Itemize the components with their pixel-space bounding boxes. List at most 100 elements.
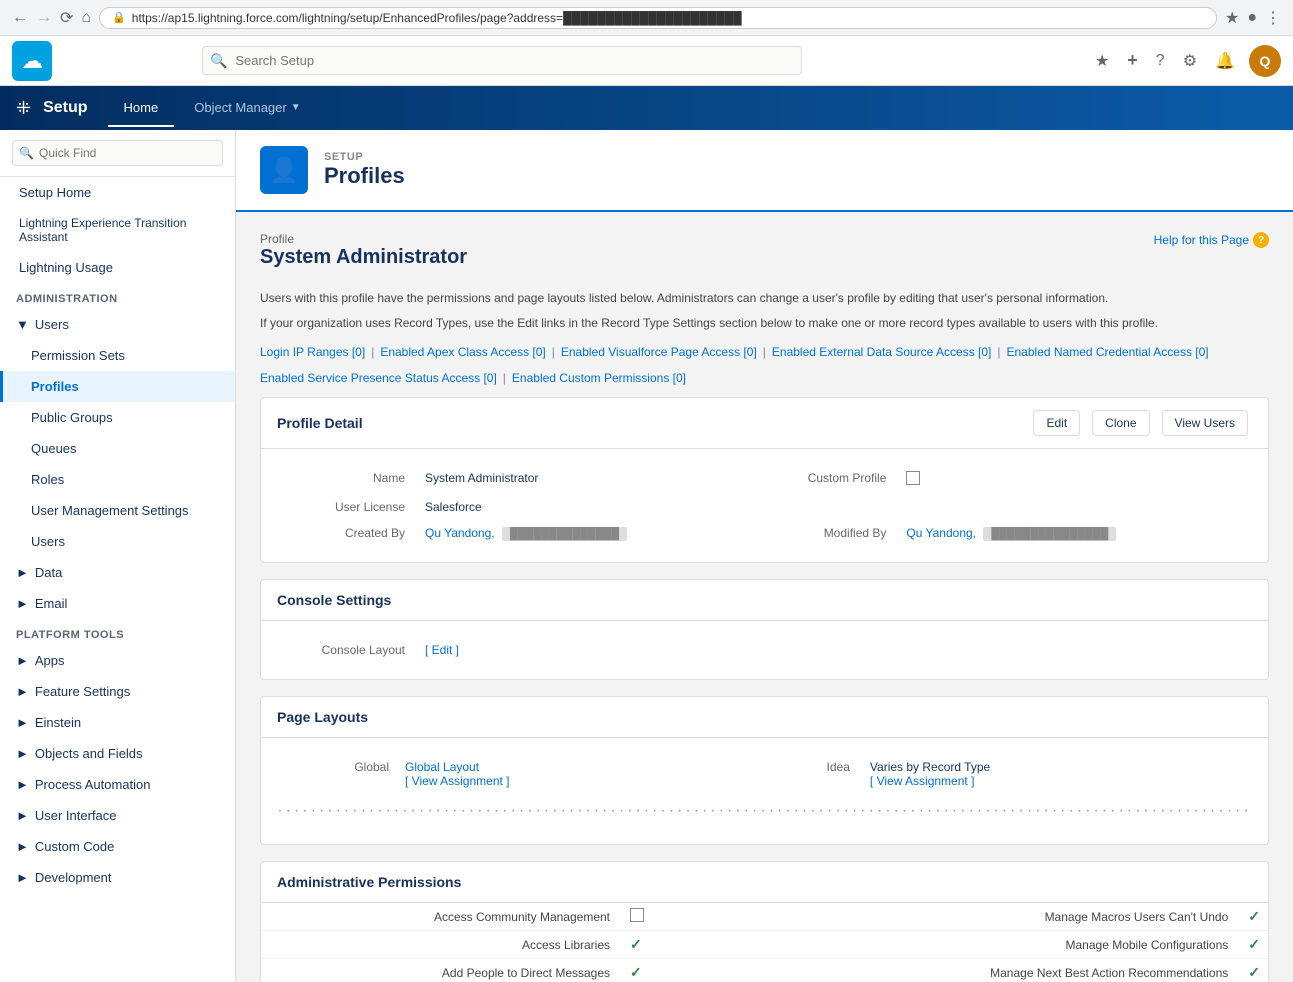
star-icon[interactable]: ★ (1091, 47, 1113, 75)
sidebar-item-profiles[interactable]: Profiles (0, 371, 235, 402)
link-apex-class[interactable]: Enabled Apex Class Access [0] (380, 345, 545, 359)
help-icon[interactable]: ? (1152, 48, 1169, 74)
forward-button[interactable]: → (36, 9, 52, 27)
console-settings-body: Console Layout [ Edit ] (261, 621, 1268, 679)
quick-find-input[interactable] (12, 140, 223, 166)
help-icon: ? (1253, 232, 1269, 248)
address-bar[interactable]: 🔒 https://ap15.lightning.force.com/light… (99, 7, 1217, 29)
sidebar-item-user-management[interactable]: User Management Settings (0, 495, 235, 526)
sidebar-section-admin: ADMINISTRATION (0, 283, 235, 309)
sidebar-item-roles[interactable]: Roles (0, 464, 235, 495)
profile-detail-header: Profile Detail Edit Clone View Users (261, 398, 1268, 449)
modified-by-link[interactable]: Qu Yandong, (906, 526, 976, 540)
sidebar-group-data[interactable]: ► Data (0, 557, 235, 588)
link-ext-data[interactable]: Enabled External Data Source Access [0] (772, 345, 991, 359)
sidebar-group-custom-code[interactable]: ► Custom Code (0, 831, 235, 862)
global-label: Global (277, 754, 397, 794)
add-icon[interactable]: + (1123, 46, 1142, 75)
console-edit-link[interactable]: [ Edit ] (425, 643, 459, 657)
sidebar-group-process-automation[interactable]: ► Process Automation (0, 769, 235, 800)
reload-button[interactable]: ⟳ (60, 8, 73, 28)
view-assignment-idea[interactable]: [ View Assignment ] (870, 774, 975, 788)
link-login-ip[interactable]: Login IP Ranges [0] (260, 345, 365, 359)
back-button[interactable]: ← (12, 9, 28, 27)
console-table: Console Layout [ Edit ] (277, 637, 1252, 663)
chevron-right-icon: ► (16, 565, 29, 580)
admin-permissions-title: Administrative Permissions (277, 874, 461, 890)
global-search-input[interactable] (202, 46, 802, 75)
view-users-button[interactable]: View Users (1162, 410, 1248, 436)
top-bar-actions: ★ + ? ⚙ 🔔 Q (1091, 45, 1281, 77)
user-license-label: User License (277, 494, 417, 520)
sidebar-group-development[interactable]: ► Development (0, 862, 235, 893)
account-icon[interactable]: ● (1247, 9, 1257, 27)
sidebar-group-users[interactable]: ▼ Users (0, 309, 235, 340)
custom-profile-checkbox (906, 471, 920, 485)
profile-sub-label: Profile (260, 232, 467, 246)
notification-icon[interactable]: 🔔 (1211, 47, 1239, 75)
object-manager-label: Object Manager (194, 100, 287, 115)
perm-right-label-1: Manage Mobile Configurations (933, 931, 1240, 959)
bookmark-icon[interactable]: ★ (1225, 8, 1239, 28)
chevron-right-icon: ► (16, 870, 29, 885)
user-avatar[interactable]: Q (1249, 45, 1281, 77)
console-layout-value: [ Edit ] (417, 637, 1252, 663)
link-named-cred[interactable]: Enabled Named Credential Access [0] (1007, 345, 1209, 359)
grid-icon[interactable]: ⁜ (16, 98, 31, 119)
sidebar-item-public-groups[interactable]: Public Groups (0, 402, 235, 433)
edit-button[interactable]: Edit (1033, 410, 1080, 436)
link-visualforce[interactable]: Enabled Visualforce Page Access [0] (561, 345, 757, 359)
sidebar-item-setup-home[interactable]: Setup Home (0, 177, 235, 208)
help-link[interactable]: Help for this Page ? (1154, 232, 1269, 248)
perm-right-check-0: ✓ (1240, 903, 1268, 931)
sidebar-search-container: 🔍 (0, 130, 235, 177)
perm-row-0: Access Community Management Manage Macro… (261, 903, 1268, 931)
sidebar-group-objects-fields[interactable]: ► Objects and Fields (0, 738, 235, 769)
profile-detail-card: Profile Detail Edit Clone View Users Nam… (260, 397, 1269, 563)
chevron-right-icon: ► (16, 746, 29, 761)
sidebar-group-email[interactable]: ► Email (0, 588, 235, 619)
profile-links-row: Login IP Ranges [0] | Enabled Apex Class… (260, 345, 1269, 359)
sidebar-item-users[interactable]: Users (0, 526, 235, 557)
console-settings-header: Console Settings (261, 580, 1268, 621)
sidebar-item-queues[interactable]: Queues (0, 433, 235, 464)
setup-sub-label: SETUP (324, 151, 405, 163)
clone-button[interactable]: Clone (1092, 410, 1149, 436)
perm-row-2: Add People to Direct Messages ✓ Manage N… (261, 959, 1268, 982)
custom-profile-label: Custom Profile (758, 465, 898, 494)
sidebar-group-feature-settings[interactable]: ► Feature Settings (0, 676, 235, 707)
perm-right-check-1: ✓ (1240, 931, 1268, 959)
detail-table: Name System Administrator Custom Profile… (277, 465, 1252, 546)
sidebar-item-lightning-transition[interactable]: Lightning Experience Transition Assistan… (0, 208, 235, 252)
modified-by-value: Qu Yandong, ███████████████ (898, 520, 1252, 546)
link-custom-perms[interactable]: Enabled Custom Permissions [0] (512, 371, 686, 385)
global-layout-link[interactable]: Global Layout (405, 760, 479, 774)
created-by-link[interactable]: Qu Yandong, (425, 526, 495, 540)
view-assignment-global[interactable]: [ View Assignment ] (405, 774, 510, 788)
settings-icon[interactable]: ⚙ (1179, 47, 1201, 75)
chevron-down-icon: ▼ (291, 102, 301, 113)
content-area: 👤 SETUP Profiles Profile System Administ… (236, 130, 1293, 982)
perm-left-label-1: Access Libraries (261, 931, 622, 959)
sidebar-item-lightning-usage[interactable]: Lightning Usage (0, 252, 235, 283)
link-service-presence[interactable]: Enabled Service Presence Status Access [… (260, 371, 497, 385)
detail-row-created: Created By Qu Yandong, ██████████████ Mo… (277, 520, 1252, 546)
sidebar-item-permission-sets[interactable]: Permission Sets (0, 340, 235, 371)
sidebar-group-einstein[interactable]: ► Einstein (0, 707, 235, 738)
salesforce-logo[interactable]: ☁ (12, 41, 52, 81)
tab-home[interactable]: Home (108, 90, 175, 127)
menu-icon[interactable]: ⋮ (1265, 8, 1281, 28)
permissions-table: Access Community Management Manage Macro… (261, 903, 1268, 982)
perm-row-1: Access Libraries ✓ Manage Mobile Configu… (261, 931, 1268, 959)
setup-nav: ⁜ Setup Home Object Manager ▼ (0, 86, 1293, 130)
sidebar-group-apps[interactable]: ► Apps (0, 645, 235, 676)
sidebar-group-user-interface[interactable]: ► User Interface (0, 800, 235, 831)
sidebar: 🔍 Setup Home Lightning Experience Transi… (0, 130, 236, 982)
home-button[interactable]: ⌂ (81, 9, 91, 27)
detail-row-name: Name System Administrator Custom Profile (277, 465, 1252, 494)
lock-icon: 🔒 (112, 11, 126, 24)
tab-object-manager[interactable]: Object Manager ▼ (178, 90, 316, 127)
page-layouts-header: Page Layouts (261, 697, 1268, 738)
page-header: 👤 SETUP Profiles (236, 130, 1293, 212)
perm-left-label-2: Add People to Direct Messages (261, 959, 622, 982)
